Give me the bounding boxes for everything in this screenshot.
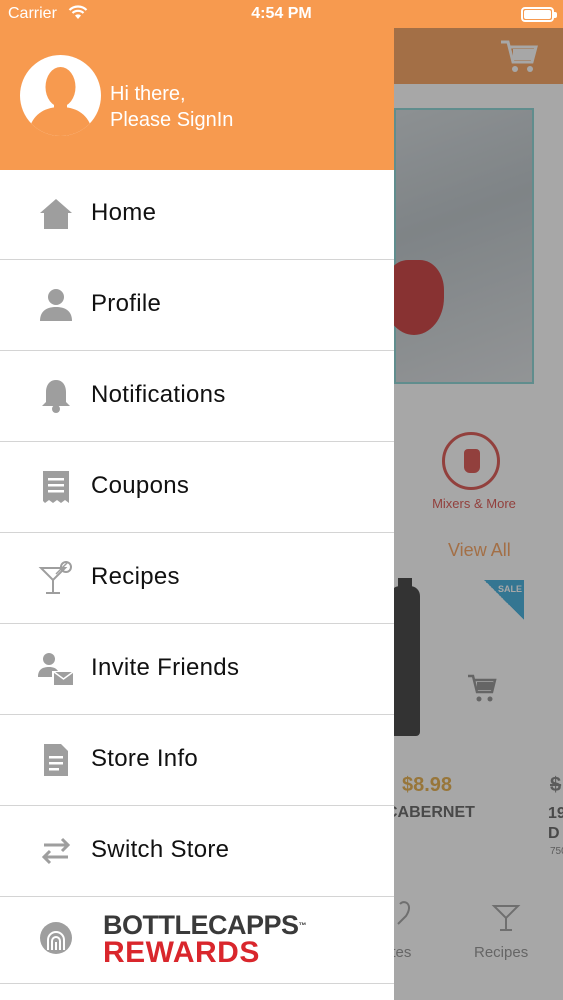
menu-item-label: Home	[91, 199, 157, 226]
bell-icon	[38, 378, 74, 414]
document-icon	[38, 742, 74, 778]
greeting-line2: Please SignIn	[110, 109, 234, 131]
invite-icon	[38, 651, 74, 687]
status-time: 4:54 PM	[251, 5, 312, 22]
menu-item-invite-friends[interactable]: Invite Friends	[0, 624, 394, 715]
person-icon	[38, 287, 74, 323]
menu-item-home[interactable]: Home	[0, 169, 394, 260]
avatar[interactable]	[20, 55, 101, 136]
menu-item-label: Invite Friends	[91, 654, 240, 681]
cocktail-icon	[38, 560, 74, 596]
sign-in-greeting[interactable]: Hi there, Please SignIn	[110, 81, 233, 133]
menu-item-profile[interactable]: Profile	[0, 260, 394, 351]
menu-item-label: Coupons	[91, 472, 190, 499]
home-icon	[38, 196, 74, 232]
bottlecapps-rewards-item[interactable]: BOTTLECAPPS™ REWARDS	[0, 894, 394, 984]
trademark-symbol: ™	[298, 921, 307, 930]
drawer-overlay[interactable]	[394, 28, 563, 1000]
drawer-menu: Home Profile Notifications Coupons Recip…	[0, 169, 394, 897]
rewards-badge-icon	[38, 920, 74, 956]
menu-item-switch-store[interactable]: Switch Store	[0, 806, 394, 897]
battery-icon	[521, 7, 557, 22]
side-drawer: Hi there, Please SignIn Home Profile Not…	[0, 0, 394, 1000]
menu-item-label: Profile	[91, 290, 162, 317]
rewards-sub-text: REWARDS	[103, 936, 260, 969]
switch-arrows-icon	[38, 833, 74, 869]
menu-item-coupons[interactable]: Coupons	[0, 442, 394, 533]
menu-item-label: Notifications	[91, 381, 226, 408]
menu-item-label: Switch Store	[91, 836, 230, 863]
status-bar: Carrier 4:54 PM	[0, 0, 563, 28]
receipt-icon	[38, 469, 74, 505]
greeting-line1: Hi there,	[110, 83, 186, 105]
menu-item-store-info[interactable]: Store Info	[0, 715, 394, 806]
rewards-brand-logo: BOTTLECAPPS™	[103, 912, 306, 939]
menu-item-recipes[interactable]: Recipes	[0, 533, 394, 624]
menu-item-label: Recipes	[91, 563, 180, 590]
menu-item-label: Store Info	[91, 745, 199, 772]
menu-item-notifications[interactable]: Notifications	[0, 351, 394, 442]
